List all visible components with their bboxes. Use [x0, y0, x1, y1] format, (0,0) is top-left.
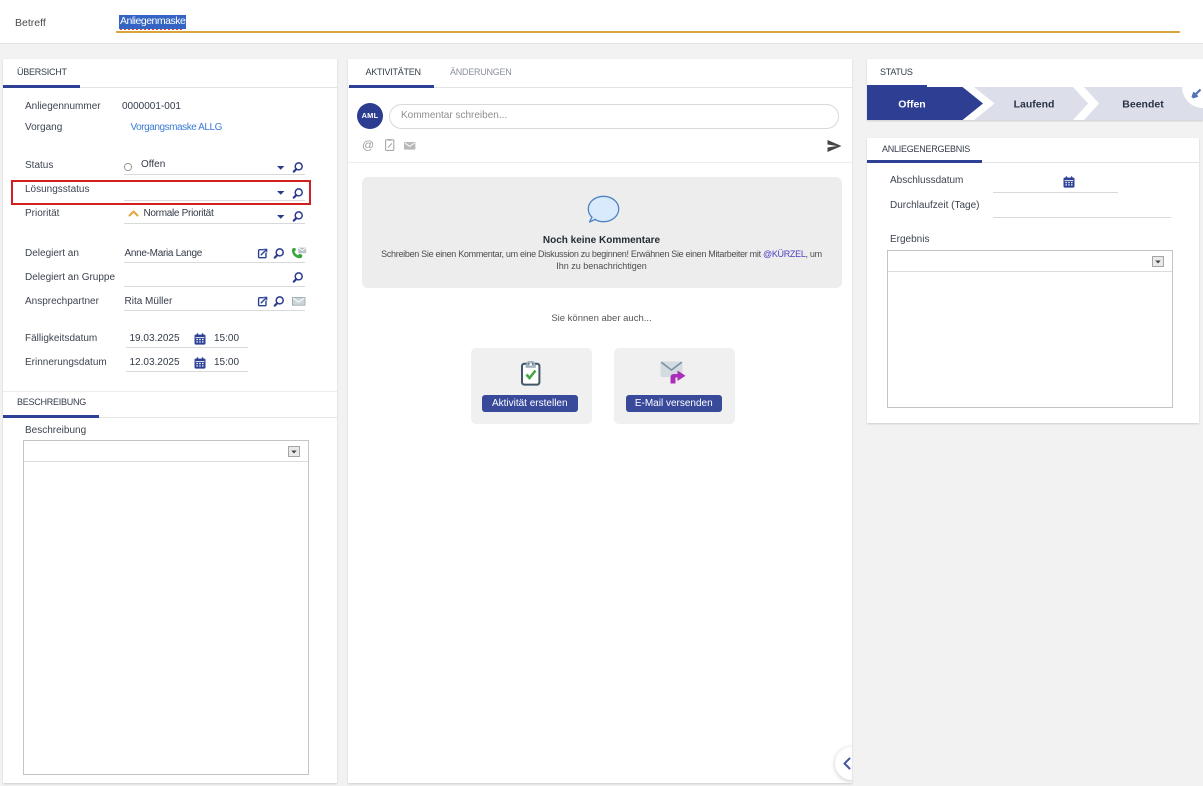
svg-text:Offen: Offen: [898, 99, 925, 111]
svg-text:Laufend: Laufend: [1014, 99, 1055, 111]
svg-text:Beendet: Beendet: [1122, 99, 1164, 111]
